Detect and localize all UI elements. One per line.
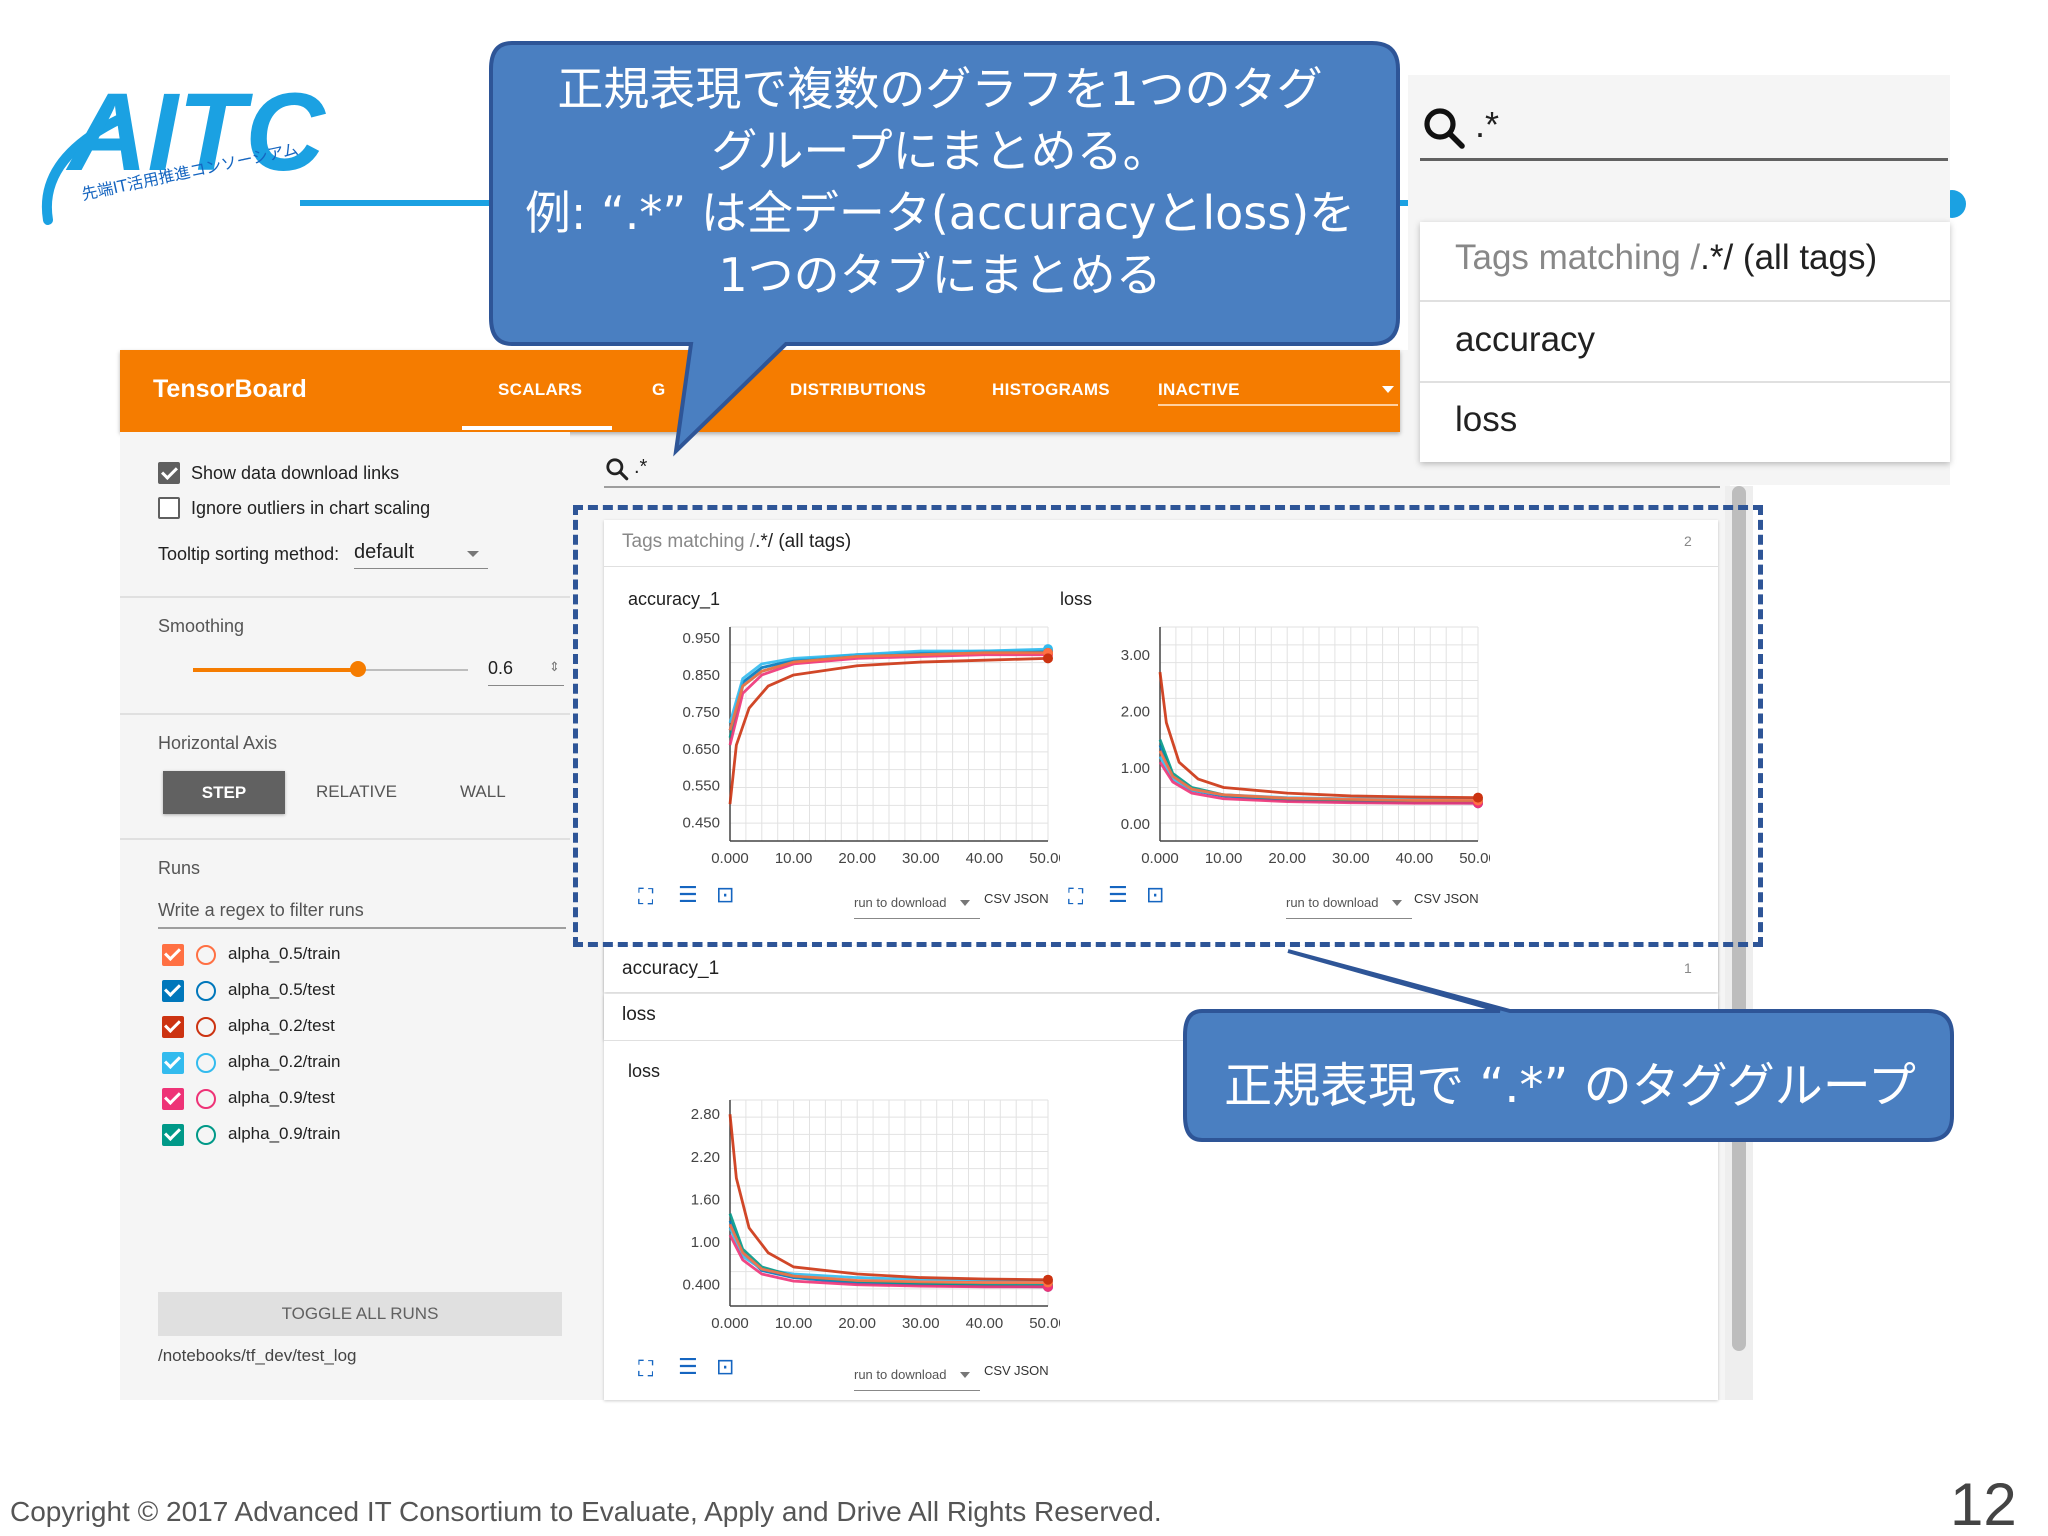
y-tick-label: 2.20 xyxy=(691,1149,720,1166)
x-tick-label: 0.000 xyxy=(711,1315,749,1332)
tag-search-underline xyxy=(604,486,1720,488)
horizontal-axis-label: Horizontal Axis xyxy=(158,733,278,753)
search-icon[interactable] xyxy=(1420,104,1468,152)
tooltip-select-underline xyxy=(354,568,488,569)
fullscreen-icon[interactable]: ⛶ xyxy=(638,1356,653,1382)
toggle-all-runs-button[interactable]: TOGGLE ALL RUNS xyxy=(158,1292,562,1336)
callout-bottom-text: 正規表現で “.*” のタググループ xyxy=(1224,1058,1916,1114)
y-tick-label: 1.00 xyxy=(691,1234,720,1251)
logdir-path: /notebooks/tf_dev/test_log xyxy=(158,1346,357,1365)
suggestion-divider xyxy=(1420,381,1950,383)
tooltip-sorting-label: Tooltip sorting method: xyxy=(158,544,340,564)
callout-top-line: 正規表現で複数のグラフを1つのタグ xyxy=(557,62,1323,116)
y-tick-label: 1.60 xyxy=(691,1191,720,1208)
run-checkbox[interactable] xyxy=(162,980,184,1002)
ignore-outliers-label: Ignore outliers in chart scaling xyxy=(191,498,431,518)
select-underline xyxy=(854,1390,980,1391)
chevron-down-icon[interactable] xyxy=(467,551,479,557)
y-tick-label: 2.80 xyxy=(691,1106,720,1123)
run-radio[interactable] xyxy=(196,1053,216,1073)
callout-top-line: グループにまとめる。 xyxy=(711,124,1169,178)
x-tick-label: 10.00 xyxy=(775,1315,813,1332)
tensorboard-brand: TensorBoard xyxy=(153,375,307,403)
run-checkbox[interactable] xyxy=(162,1016,184,1038)
tag-group-loss-title[interactable]: loss xyxy=(622,1004,656,1026)
stepper-icon[interactable]: ⇕ xyxy=(549,659,560,675)
run-label: alpha_0.2/train xyxy=(228,1052,341,1071)
sidebar-divider xyxy=(120,838,570,840)
show-download-links-label: Show data download links xyxy=(191,463,400,483)
run-radio[interactable] xyxy=(196,945,216,965)
callout-top-line: 1つのタブにまとめる xyxy=(718,248,1162,302)
series-end-point xyxy=(1043,1274,1053,1285)
suggestion-accuracy[interactable]: accuracy xyxy=(1455,320,1595,360)
x-tick-label: 40.00 xyxy=(966,1315,1004,1332)
suggestion-regex: .* xyxy=(1700,238,1724,277)
run-label: alpha_0.9/train xyxy=(228,1124,341,1143)
zoomed-search-underline xyxy=(1420,158,1948,161)
runs-filter-underline xyxy=(158,927,566,929)
run-label: alpha_0.9/test xyxy=(228,1088,335,1107)
chevron-down-icon[interactable] xyxy=(960,1372,970,1378)
run-radio[interactable] xyxy=(196,1017,216,1037)
run-radio[interactable] xyxy=(196,1125,216,1145)
page-number: 12 xyxy=(1950,1471,2017,1536)
show-download-links-checkbox[interactable] xyxy=(158,462,180,484)
smoothing-slider-fill xyxy=(193,668,358,672)
copyright: Copyright © 2017 Advanced IT Consortium … xyxy=(10,1496,1162,1527)
x-tick-label: 50.00 xyxy=(1029,1315,1060,1332)
x-tick-label: 30.00 xyxy=(902,1315,940,1332)
smoothing-slider-thumb[interactable] xyxy=(350,661,366,677)
suggestion-suffix: / (all tags) xyxy=(1723,238,1878,277)
loss-chart-2[interactable]: 0.000 10.00 20.00 30.00 40.00 50.00 2.80 2.20 1.… xyxy=(630,1088,1060,1350)
csv-link[interactable]: CSV xyxy=(984,1363,1011,1378)
run-checkbox[interactable] xyxy=(162,1052,184,1074)
callout-top-text: 正規表現で複数のグラフを1つのタグ グループにまとめる。 例: “.*” は全デ… xyxy=(500,58,1380,306)
run-label: alpha_0.5/train xyxy=(228,944,341,963)
run-label: alpha_0.5/test xyxy=(228,980,335,999)
suggestion-prefix: Tags matching / xyxy=(1455,238,1701,277)
y-tick-label: 0.400 xyxy=(682,1277,720,1294)
aitc-logo: AITC 先端IT活用推進コンソーシアム xyxy=(41,71,326,225)
sidebar-divider xyxy=(120,596,570,598)
callout-top-line: 例: “.*” は全データ(accuracyとloss)を xyxy=(524,186,1356,240)
tooltip-sorting-select[interactable]: default xyxy=(354,541,414,564)
tag-search-input[interactable]: .* xyxy=(634,456,647,479)
sidebar-divider xyxy=(120,713,570,715)
suggestion-all-tags[interactable]: Tags matching /.*/ (all tags) xyxy=(1455,238,1877,278)
zoomed-search-input[interactable]: .* xyxy=(1475,104,1499,146)
suggestion-divider xyxy=(1420,300,1950,302)
run-radio[interactable] xyxy=(196,1089,216,1109)
chart-title-loss: loss xyxy=(628,1061,661,1081)
suggestion-loss[interactable]: loss xyxy=(1455,400,1517,440)
ignore-outliers-checkbox[interactable] xyxy=(158,497,180,519)
run-checkbox[interactable] xyxy=(162,944,184,966)
axis-step-button[interactable]: STEP xyxy=(163,771,285,814)
smoothing-input-underline xyxy=(488,685,564,686)
run-radio[interactable] xyxy=(196,981,216,1001)
runs-filter-input[interactable]: Write a regex to filter runs xyxy=(158,900,364,921)
axis-wall-button[interactable]: WALL xyxy=(460,782,506,802)
runs-label: Runs xyxy=(158,858,201,878)
tag-group-accuracy-title: accuracy_1 xyxy=(622,958,720,979)
axis-relative-button[interactable]: RELATIVE xyxy=(316,782,397,802)
fit-domain-icon[interactable]: ⊡ xyxy=(716,1354,734,1380)
smoothing-label: Smoothing xyxy=(158,616,245,636)
run-to-download-select[interactable]: run to download xyxy=(854,1367,947,1382)
smoothing-value-input[interactable]: 0.6 xyxy=(488,658,513,679)
run-label: alpha_0.2/test xyxy=(228,1016,335,1035)
search-icon[interactable] xyxy=(604,456,630,482)
run-checkbox[interactable] xyxy=(162,1124,184,1146)
highlight-dashed-box xyxy=(573,505,1763,947)
x-tick-label: 20.00 xyxy=(838,1315,876,1332)
run-checkbox[interactable] xyxy=(162,1088,184,1110)
json-link[interactable]: JSON xyxy=(1014,1363,1049,1378)
list-icon[interactable]: ☰ xyxy=(678,1354,698,1380)
